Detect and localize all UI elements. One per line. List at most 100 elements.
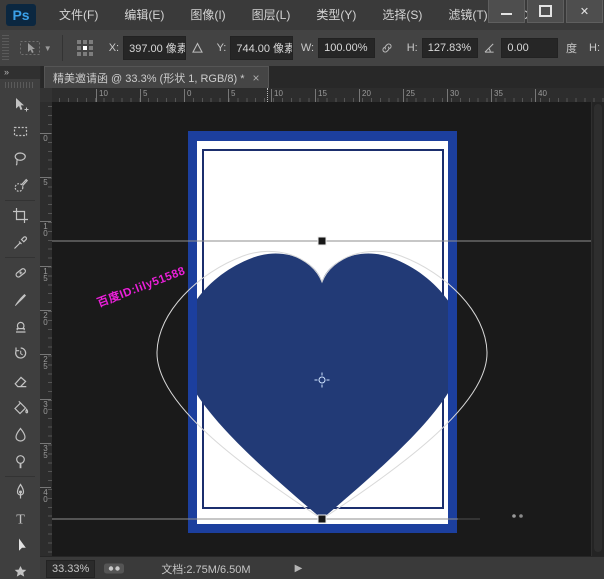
ruler-top-label: 30	[447, 89, 459, 102]
custom-shape-tool[interactable]	[0, 559, 40, 579]
toolbox-collapse-button[interactable]: »	[0, 66, 40, 79]
minimize-button[interactable]	[488, 0, 525, 23]
horizontal-ruler[interactable]: 10 5 0 5 10 15 20 25 30 35 40	[52, 88, 604, 103]
crop-tool[interactable]	[0, 202, 40, 229]
trailing-h-label: H:	[589, 42, 600, 54]
menu-item-2[interactable]: 图像(I)	[177, 0, 238, 30]
ruler-top-label: 25	[403, 89, 415, 102]
type-tool[interactable]: T	[0, 505, 40, 532]
path-select-preset-icon	[19, 39, 41, 57]
canvas-area[interactable]: 百度ID:lily51588	[52, 102, 604, 556]
tab-close-icon[interactable]: ×	[252, 72, 259, 84]
ruler-left-label: 4 0	[40, 487, 51, 503]
status-bar: 33.33% 文档:2.75M/6.50M ▶	[40, 556, 604, 579]
delta-icon[interactable]	[190, 41, 205, 55]
ruler-mouse-position-marker	[267, 88, 268, 102]
preset-dropdown-caret: ▼	[44, 44, 52, 53]
ruler-top-label: 35	[491, 89, 503, 102]
width-input[interactable]: 100.00%	[318, 38, 375, 58]
dodge-tool[interactable]	[0, 448, 40, 475]
eraser-tool[interactable]	[0, 367, 40, 394]
history-brush-tool[interactable]	[0, 340, 40, 367]
ruler-left-label: 2 0	[40, 310, 51, 326]
cursor-dots	[512, 514, 516, 518]
menu-item-3[interactable]: 图层(L)	[239, 0, 304, 30]
ruler-left-label: 3 5	[40, 443, 51, 459]
ruler-top-label: 0	[184, 89, 191, 102]
h-label: H:	[407, 42, 418, 54]
options-grip[interactable]	[2, 35, 9, 61]
minimize-icon	[501, 13, 512, 15]
title-bar: Ps 文件(F)编辑(E)图像(I)图层(L)类型(Y)选择(S)滤镜(T)3D…	[0, 0, 604, 31]
ruler-left-label: 0	[40, 133, 51, 142]
x-label: X:	[109, 42, 119, 54]
toolbox-tools: T	[0, 91, 40, 579]
menu-item-0[interactable]: 文件(F)	[46, 0, 111, 30]
status-menu-arrow-icon[interactable]: ▶	[295, 563, 303, 574]
tool-group-separator	[5, 200, 35, 201]
menu-item-1[interactable]: 编辑(E)	[111, 0, 177, 30]
spot-healing-brush-tool[interactable]	[0, 259, 40, 286]
angle-unit-label: 度	[566, 40, 577, 56]
clone-stamp-tool[interactable]	[0, 313, 40, 340]
brush-tool[interactable]	[0, 286, 40, 313]
canvas-artwork: 百度ID:lily51588	[52, 102, 604, 556]
document-tab-bar: 精美邀请函 @ 33.3% (形状 1, RGB/8) * ×	[40, 66, 604, 89]
pen-tool[interactable]	[0, 478, 40, 505]
ruler-top-label: 10	[96, 89, 108, 102]
tool-group-separator	[5, 476, 35, 477]
restore-icon	[539, 5, 552, 17]
path-selection-tool[interactable]	[0, 532, 40, 559]
photoshop-window: Ps 文件(F)编辑(E)图像(I)图层(L)类型(Y)选择(S)滤镜(T)3D…	[0, 0, 604, 579]
document-tab-title: 精美邀请函 @ 33.3% (形状 1, RGB/8) *	[53, 70, 244, 86]
rectangular-marquee-tool[interactable]	[0, 118, 40, 145]
vertical-scrollbar-thumb[interactable]	[594, 104, 602, 552]
blur-tool[interactable]	[0, 421, 40, 448]
tool-preset-picker[interactable]: ▼	[19, 39, 52, 57]
zoom-level-input[interactable]: 33.33%	[46, 560, 95, 578]
svg-text:T: T	[16, 513, 25, 528]
ruler-top-label: 15	[315, 89, 327, 102]
transform-handle-bottom-center[interactable]	[318, 515, 326, 523]
ruler-top-label: 40	[535, 89, 547, 102]
toolbox-panel: » T	[0, 66, 41, 579]
photoshop-logo-icon: Ps	[6, 4, 36, 26]
ruler-left-label: 3 0	[40, 399, 51, 415]
toolbox-grip[interactable]	[5, 82, 35, 88]
restore-button[interactable]	[527, 0, 564, 23]
rotate-angle-icon	[482, 41, 497, 55]
ruler-top-label: 20	[359, 89, 371, 102]
ruler-left-label: 1 5	[40, 266, 51, 282]
menu-item-5[interactable]: 选择(S)	[369, 0, 435, 30]
lasso-tool[interactable]	[0, 145, 40, 172]
document-tab[interactable]: 精美邀请函 @ 33.3% (形状 1, RGB/8) * ×	[44, 66, 269, 88]
w-label: W:	[301, 42, 314, 54]
tool-group-separator	[5, 257, 35, 258]
ruler-left-label: 5	[40, 177, 51, 186]
y-input[interactable]: 744.00 像素	[230, 36, 292, 60]
ruler-left-label: 2 5	[40, 354, 51, 370]
quick-selection-tool[interactable]	[0, 172, 40, 199]
ruler-left-label: 1 0	[40, 221, 51, 237]
x-input[interactable]: 397.00 像素	[123, 36, 185, 60]
watermark-text: 百度ID:lily51588	[95, 263, 187, 310]
angle-input[interactable]: 0.00	[501, 38, 558, 58]
tool-options-bar: ▼ X: 397.00 像素 Y: 744.00 像素 W: 100.00% H…	[0, 30, 604, 67]
move-tool[interactable]	[0, 91, 40, 118]
close-button[interactable]: ✕	[566, 0, 603, 23]
reference-point-locator[interactable]	[77, 40, 93, 56]
window-controls: ✕	[486, 0, 603, 23]
document-size-info: 文档:2.75M/6.50M	[161, 561, 250, 577]
link-dimensions-icon[interactable]	[379, 41, 395, 55]
eyedropper-tool[interactable]	[0, 229, 40, 256]
paint-bucket-tool[interactable]	[0, 394, 40, 421]
ruler-top-label: 5	[228, 89, 235, 102]
y-label: Y:	[217, 42, 227, 54]
ruler-top-label: 10	[271, 89, 283, 102]
status-panel-icon	[103, 562, 125, 575]
height-input[interactable]: 127.83%	[422, 38, 479, 58]
transform-handle-top-center[interactable]	[318, 237, 326, 245]
vertical-scrollbar[interactable]	[591, 102, 604, 556]
ruler-top-label: 5	[140, 89, 147, 102]
menu-item-4[interactable]: 类型(Y)	[303, 0, 369, 30]
